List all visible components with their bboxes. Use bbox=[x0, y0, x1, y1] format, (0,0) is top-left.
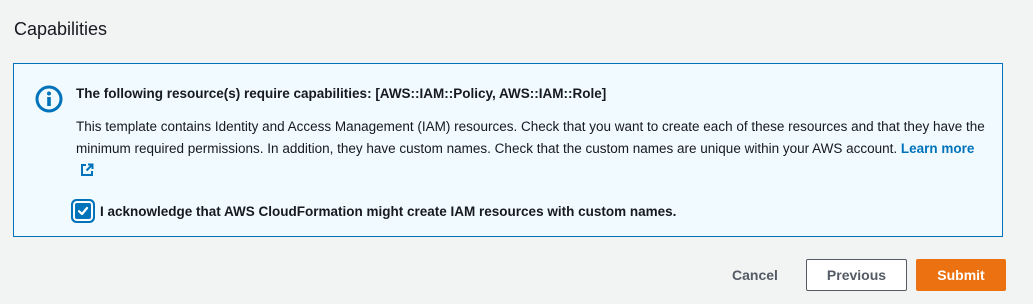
learn-more-label: Learn more bbox=[900, 141, 975, 156]
section-title: Capabilities bbox=[14, 19, 108, 39]
cancel-button[interactable]: Cancel bbox=[716, 259, 794, 291]
alert-body: This template contains Identity and Acce… bbox=[76, 116, 986, 184]
submit-button[interactable]: Submit bbox=[916, 259, 1006, 291]
capabilities-info-alert: The following resource(s) require capabi… bbox=[13, 63, 1003, 237]
acknowledge-checkbox[interactable] bbox=[75, 203, 91, 219]
previous-button[interactable]: Previous bbox=[806, 259, 907, 291]
acknowledge-label[interactable]: I acknowledge that AWS CloudFormation mi… bbox=[100, 204, 676, 219]
external-link-icon bbox=[80, 162, 94, 184]
info-circle-icon bbox=[35, 85, 63, 113]
alert-body-text: This template contains Identity and Acce… bbox=[76, 119, 985, 156]
checkmark-icon bbox=[77, 206, 89, 216]
acknowledge-row: I acknowledge that AWS CloudFormation mi… bbox=[72, 201, 676, 221]
alert-heading: The following resource(s) require capabi… bbox=[76, 86, 607, 101]
